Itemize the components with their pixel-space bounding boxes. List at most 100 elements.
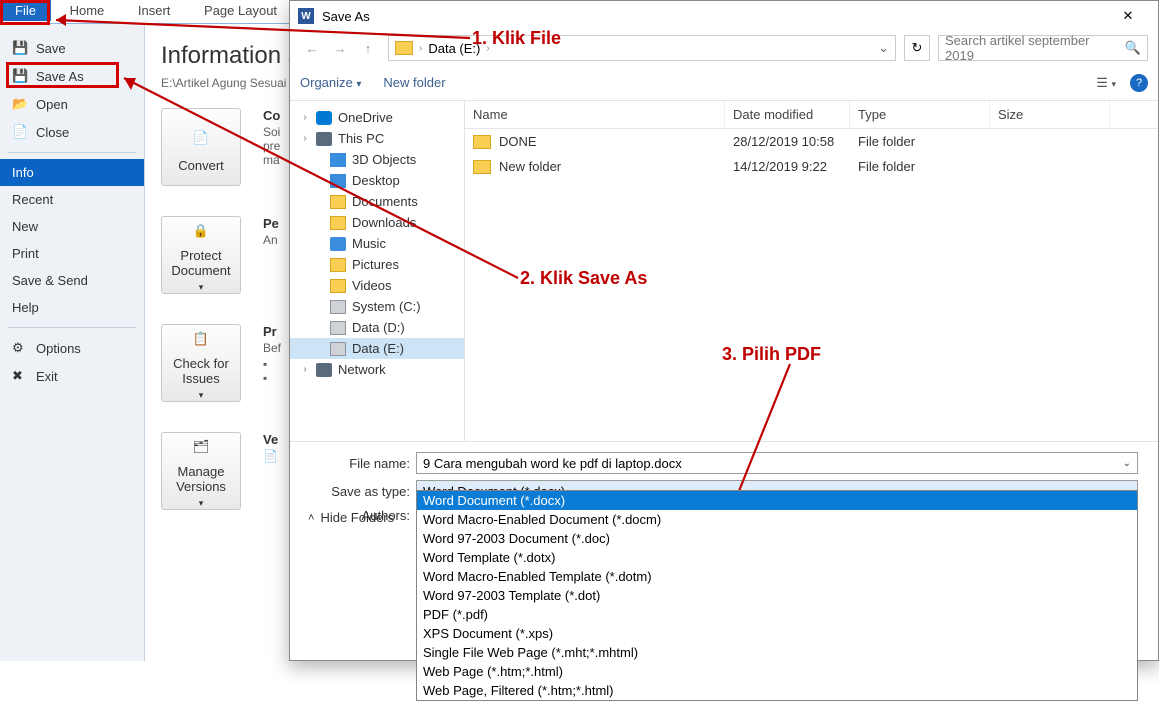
filename-input[interactable]: 9 Cara mengubah word ke pdf di laptop.do… xyxy=(416,452,1138,474)
manage-versions-button[interactable]: 🗂 Manage Versions▾ xyxy=(161,432,241,510)
tree-item-videos[interactable]: Videos xyxy=(290,275,464,296)
type-option[interactable]: Word 97-2003 Document (*.doc) xyxy=(417,529,1137,548)
col-type[interactable]: Type xyxy=(850,101,990,128)
type-option[interactable]: XPS Document (*.xps) xyxy=(417,624,1137,643)
convert-icon: 📄 xyxy=(185,122,217,154)
blue-icon xyxy=(330,153,346,167)
type-option[interactable]: Word Macro-Enabled Document (*.docm) xyxy=(417,510,1137,529)
sidebar-item-new[interactable]: New xyxy=(0,213,144,240)
type-option[interactable]: Web Page, Filtered (*.htm;*.html) xyxy=(417,681,1137,700)
backstage-sidebar: 💾Save 💾Save As 📂Open 📄Close Info Recent … xyxy=(0,24,145,661)
sidebar-item-print[interactable]: Print xyxy=(0,240,144,267)
sidebar-item-save-send[interactable]: Save & Send xyxy=(0,267,144,294)
close-dialog-button[interactable]: ✕ xyxy=(1106,2,1150,30)
col-size[interactable]: Size xyxy=(990,101,1110,128)
breadcrumb[interactable]: › Data (E:) › ⌄ xyxy=(388,35,896,61)
tree-item-pictures[interactable]: Pictures xyxy=(290,254,464,275)
chevron-up-icon: ˄ xyxy=(308,512,314,524)
disk-icon xyxy=(330,300,346,314)
table-row[interactable]: DONE28/12/2019 10:58File folder xyxy=(465,129,1158,154)
folder-icon xyxy=(395,41,413,55)
view-mode-button[interactable]: ☰ ▾ xyxy=(1096,75,1116,91)
type-option[interactable]: Word Macro-Enabled Template (*.dotm) xyxy=(417,567,1137,586)
tab-page-layout[interactable]: Page Layout xyxy=(189,0,292,21)
sidebar-item-help[interactable]: Help xyxy=(0,294,144,321)
protect-document-button[interactable]: 🔒 Protect Document▾ xyxy=(161,216,241,294)
folder-tree[interactable]: › OneDrive ›This PC 3D Objects DesktopDocume… xyxy=(290,101,465,441)
tree-item-system-c-[interactable]: System (C:) xyxy=(290,296,464,317)
sidebar-label: Open xyxy=(36,97,68,112)
sidebar-item-save-as[interactable]: 💾Save As xyxy=(0,62,144,90)
tab-file[interactable]: File xyxy=(0,0,51,21)
chevron-down-icon[interactable]: ⌄ xyxy=(878,40,889,56)
sidebar-item-close[interactable]: 📄Close xyxy=(0,118,144,146)
convert-button[interactable]: 📄 Convert xyxy=(161,108,241,186)
sidebar-item-info[interactable]: Info xyxy=(0,159,144,186)
breadcrumb-segment[interactable]: Data (E:) xyxy=(428,41,480,56)
close-icon: ✕ xyxy=(1123,8,1134,24)
sidebar-item-exit[interactable]: ✖Exit xyxy=(0,362,144,390)
expand-arrow-icon: › xyxy=(300,364,310,375)
sidebar-item-options[interactable]: ⚙Options xyxy=(0,334,144,362)
file-list[interactable]: Name Date modified Type Size DONE28/12/2… xyxy=(465,101,1158,441)
options-icon: ⚙ xyxy=(12,340,28,356)
sidebar-label: Print xyxy=(12,246,39,261)
sidebar-label: Exit xyxy=(36,369,58,384)
search-input[interactable]: Search artikel september 2019 🔍 xyxy=(938,35,1148,61)
up-arrow-icon: ↑ xyxy=(365,41,372,56)
tree-item-downloads[interactable]: Downloads xyxy=(290,212,464,233)
type-option[interactable]: Word 97-2003 Template (*.dot) xyxy=(417,586,1137,605)
file-size xyxy=(990,129,1110,154)
search-placeholder: Search artikel september 2019 xyxy=(945,33,1119,63)
tree-item-network[interactable]: ›Network xyxy=(290,359,464,380)
sidebar-item-save[interactable]: 💾Save xyxy=(0,34,144,62)
check-issues-button[interactable]: 📋 Check for Issues▾ xyxy=(161,324,241,402)
tree-label: Videos xyxy=(352,278,392,293)
address-bar-row: ← → ↑ › Data (E:) › ⌄ ↻ Search artikel s… xyxy=(290,31,1158,65)
file-date: 28/12/2019 10:58 xyxy=(725,129,850,154)
type-option[interactable]: Single File Web Page (*.mht;*.mhtml) xyxy=(417,643,1137,662)
tab-home[interactable]: Home xyxy=(55,0,120,21)
folder-icon xyxy=(330,216,346,230)
save-as-dialog: W Save As ✕ ← → ↑ › Data (E:) › ⌄ ↻ Sear… xyxy=(289,0,1159,661)
nav-back-button[interactable]: ← xyxy=(300,36,324,60)
tree-item-music[interactable]: Music xyxy=(290,233,464,254)
hide-folders-toggle[interactable]: ˄Hide Folders xyxy=(308,510,394,525)
tree-label: Music xyxy=(352,236,386,251)
tree-item-documents[interactable]: Documents xyxy=(290,191,464,212)
close-icon: 📄 xyxy=(12,124,28,140)
type-option[interactable]: Word Document (*.docx) xyxy=(417,491,1137,510)
dialog-toolbar: Organize ▾ New folder ☰ ▾ ? xyxy=(290,65,1158,101)
open-icon: 📂 xyxy=(12,96,28,112)
nav-up-button[interactable]: ↑ xyxy=(356,36,380,60)
tree-item-this-pc[interactable]: ›This PC xyxy=(290,128,464,149)
nav-forward-button[interactable]: → xyxy=(328,36,352,60)
tree-item-3d-objects[interactable]: 3D Objects xyxy=(290,149,464,170)
tab-insert[interactable]: Insert xyxy=(123,0,186,21)
organize-menu[interactable]: Organize ▾ xyxy=(300,75,361,90)
tree-item-data-d-[interactable]: Data (D:) xyxy=(290,317,464,338)
col-name[interactable]: Name xyxy=(465,101,725,128)
sidebar-item-recent[interactable]: Recent xyxy=(0,186,144,213)
type-option[interactable]: Word Template (*.dotx) xyxy=(417,548,1137,567)
tree-label: 3D Objects xyxy=(352,152,416,167)
tree-item-data-e-[interactable]: Data (E:) xyxy=(290,338,464,359)
refresh-button[interactable]: ↻ xyxy=(904,35,930,61)
table-row[interactable]: New folder14/12/2019 9:22File folder xyxy=(465,154,1158,179)
new-folder-button[interactable]: New folder xyxy=(383,75,445,90)
tree-item-onedrive[interactable]: › OneDrive xyxy=(290,107,464,128)
sidebar-label: Recent xyxy=(12,192,53,207)
chevron-down-icon[interactable]: ⌄ xyxy=(1123,458,1131,469)
col-date[interactable]: Date modified xyxy=(725,101,850,128)
tree-label: OneDrive xyxy=(338,110,393,125)
type-option[interactable]: Web Page (*.htm;*.html) xyxy=(417,662,1137,681)
search-icon: 🔍 xyxy=(1125,40,1141,56)
expand-arrow-icon: › xyxy=(300,112,310,123)
tree-item-desktop[interactable]: Desktop xyxy=(290,170,464,191)
dialog-titlebar[interactable]: W Save As ✕ xyxy=(290,1,1158,31)
help-icon[interactable]: ? xyxy=(1130,74,1148,92)
save-type-dropdown[interactable]: Word Document (*.docx)Word Macro-Enabled… xyxy=(416,490,1138,701)
sidebar-item-open[interactable]: 📂 Open xyxy=(0,90,144,118)
chevron-right-icon: › xyxy=(419,43,422,54)
type-option[interactable]: PDF (*.pdf) xyxy=(417,605,1137,624)
